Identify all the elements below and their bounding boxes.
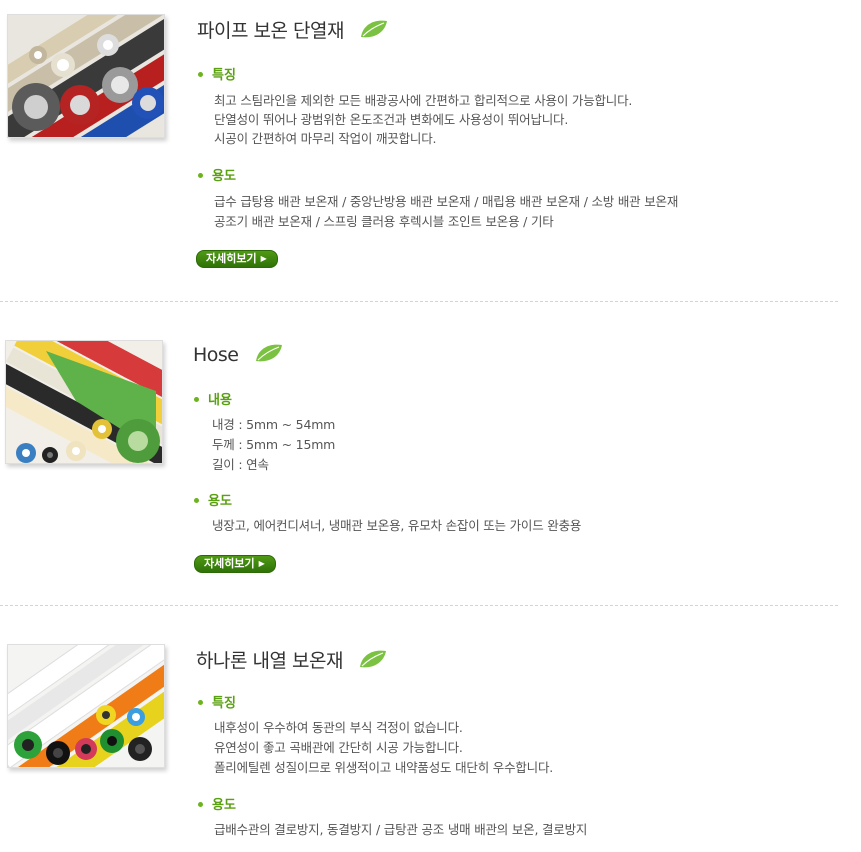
feature-line: 단열성이 뛰어나 광범위한 온도조건과 변화에도 사용성이 뛰어납니다. bbox=[214, 112, 569, 127]
usage-line: 급수 급탕용 배관 보온재 / 중앙난방용 배관 보온재 / 매립용 배관 보온… bbox=[214, 194, 679, 209]
product-title: 하나론 내열 보온재 bbox=[196, 646, 388, 675]
spec-line: 길이 : 연속 bbox=[212, 457, 269, 472]
product-title-text: 파이프 보온 단열재 bbox=[197, 20, 344, 42]
section-heading-usage: 용도 bbox=[194, 490, 232, 509]
feature-line: 유연성이 좋고 곡배관에 간단히 시공 가능합니다. bbox=[214, 740, 463, 755]
product-title: Hose bbox=[193, 342, 284, 369]
usage-line: 공조기 배관 보온재 / 스프링 클러용 후렉시블 조인트 보온용 / 기타 bbox=[214, 214, 554, 229]
detail-view-label: 자세히보기 bbox=[204, 557, 255, 570]
bullet-dot-icon bbox=[198, 802, 203, 807]
leaf-icon bbox=[359, 18, 389, 45]
product-image-hanaron bbox=[7, 644, 165, 768]
detail-view-label: 자세히보기 bbox=[206, 252, 257, 265]
product-image-pipe bbox=[7, 14, 165, 138]
section-heading-features: 특징 bbox=[198, 692, 236, 711]
bullet-dot-icon bbox=[194, 397, 199, 402]
section-divider bbox=[0, 605, 838, 606]
leaf-icon bbox=[358, 648, 388, 675]
bullet-dot-icon bbox=[198, 700, 203, 705]
section-heading-features: 특징 bbox=[198, 64, 236, 83]
spec-line: 내경 : 5mm ~ 54mm bbox=[212, 417, 336, 432]
arrow-right-icon: ▶ bbox=[258, 559, 265, 568]
detail-view-button[interactable]: 자세히보기 ▶ bbox=[194, 555, 276, 573]
feature-line: 폴리에틸렌 성질이므로 위생적이고 내약품성도 대단히 우수합니다. bbox=[214, 760, 554, 775]
product-image-hose bbox=[5, 340, 163, 464]
feature-line: 시공이 간편하여 마무리 작업이 깨끗합니다. bbox=[214, 131, 437, 146]
section-heading-contents: 내용 bbox=[194, 389, 232, 408]
product-title: 파이프 보온 단열재 bbox=[197, 16, 389, 45]
feature-line: 최고 스팀라인을 제외한 모든 배광공사에 간편하고 합리적으로 사용이 가능합… bbox=[214, 93, 633, 108]
usage-line: 냉장고, 에어컨디셔너, 냉매관 보온용, 유모차 손잡이 또는 가이드 완충용 bbox=[212, 518, 582, 533]
spec-line: 두께 : 5mm ~ 15mm bbox=[212, 437, 336, 452]
section-heading-usage: 용도 bbox=[198, 794, 236, 813]
usage-line: 급배수관의 결로방지, 동결방지 / 급탕관 공조 냉매 배관의 보온, 결로방… bbox=[214, 822, 588, 837]
arrow-right-icon: ▶ bbox=[260, 254, 267, 263]
section-divider bbox=[0, 301, 838, 302]
bullet-dot-icon bbox=[198, 72, 203, 77]
product-title-text: Hose bbox=[193, 344, 239, 366]
section-heading-usage: 용도 bbox=[198, 165, 236, 184]
bullet-dot-icon bbox=[198, 173, 203, 178]
leaf-icon bbox=[254, 342, 284, 369]
feature-line: 내후성이 우수하여 동관의 부식 걱정이 없습니다. bbox=[214, 720, 463, 735]
product-title-text: 하나론 내열 보온재 bbox=[196, 650, 343, 672]
bullet-dot-icon bbox=[194, 498, 199, 503]
detail-view-button[interactable]: 자세히보기 ▶ bbox=[196, 250, 278, 268]
